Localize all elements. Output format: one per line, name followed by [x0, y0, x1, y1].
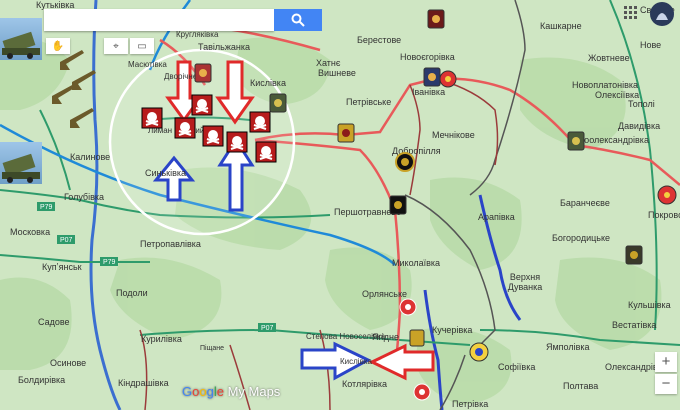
road-shield-p79-a: P79 [40, 204, 53, 211]
marker-icon: ⌖ [113, 40, 119, 52]
line-tool-button[interactable]: ▭ [130, 38, 154, 54]
place-label: Кругляківка [176, 30, 219, 39]
place-label: Мечнікове [432, 130, 475, 140]
place-label: Курилівка [141, 334, 182, 344]
place-label: Кислівка [250, 78, 286, 88]
place-label: Богородицьке [552, 233, 610, 243]
search-box[interactable] [44, 9, 274, 31]
place-label: Миколаївка [392, 258, 441, 268]
search-button[interactable] [274, 9, 322, 31]
place-label: Садове [38, 317, 70, 327]
place-label: Калинове [70, 152, 111, 162]
place-label: Кіндрашівка [118, 378, 169, 388]
place-label: Купʼянськ [42, 262, 82, 272]
rocket-launcher-icon [2, 153, 40, 183]
place-label: Московка [10, 227, 51, 237]
place-label: Новоєгорівка [400, 52, 455, 62]
place-label: Першотравневе [334, 207, 402, 217]
place-label: Лиман Перший [148, 126, 205, 135]
road-shield-p79-b: P79 [103, 259, 116, 266]
place-label: Кислівка [340, 357, 372, 366]
place-label: Тавільжанка [198, 42, 250, 52]
place-label: Котлярівка [342, 379, 388, 389]
avatar-icon [656, 13, 668, 20]
place-label: Арапівка [478, 212, 515, 222]
account-avatar[interactable] [650, 2, 674, 26]
place-label: Іванівка [412, 87, 446, 97]
place-label: Добропілля [392, 146, 441, 156]
himars-thumbnail [0, 18, 42, 60]
place-label: Синьківка [145, 168, 187, 178]
place-label: Осинове [50, 358, 87, 368]
himars-thumbnail [0, 142, 42, 184]
place-label: Кашкарне [540, 21, 582, 31]
apps-grid-button[interactable] [624, 6, 640, 22]
road-shield-p07-a: P07 [60, 237, 73, 244]
place-label: Софіївка [498, 362, 536, 372]
rocket-launcher-icon [2, 31, 40, 59]
marker-tool-button[interactable]: ⌖ [104, 38, 128, 54]
place-label: Новоолександрівка [568, 135, 649, 145]
place-label: Петрівка [452, 399, 489, 409]
hand-icon: ✋ [51, 40, 65, 52]
road-shield-p07-b: P07 [261, 325, 274, 332]
place-label: Кульшівка [628, 300, 671, 310]
place-label: Дворічне [164, 72, 198, 81]
place-label: Петропавлівка [140, 239, 201, 249]
place-label: Хатнє [316, 58, 341, 68]
place-label: Тополі [628, 99, 655, 109]
place-label: Вишневе [318, 68, 356, 78]
apps-grid-icon [624, 6, 637, 19]
zoom-in-button[interactable]: + [655, 352, 677, 372]
search-icon [291, 13, 305, 27]
place-label: Масютівка [128, 60, 167, 69]
place-label: Нове [640, 40, 662, 50]
place-label: Верхня Дуванка [507, 272, 543, 292]
place-label: Болдирівка [18, 375, 66, 385]
search-input[interactable] [48, 9, 272, 31]
place-label: Голубівка [64, 192, 105, 202]
place-label: Жовтневе [588, 53, 630, 63]
place-label: Подоли [116, 288, 148, 298]
place-label: Баранчеєве [560, 198, 610, 208]
place-label: Піщане [200, 345, 224, 352]
place-label: Покровське [648, 210, 680, 220]
place-label: Орлянське [362, 289, 408, 299]
place-label: Новоплатонівка [572, 80, 639, 90]
place-label: Петрівське [346, 97, 392, 107]
ruler-icon: ▭ [137, 40, 147, 52]
place-label: Берестове [357, 35, 402, 45]
place-label: Полтава [563, 381, 599, 391]
zoom-out-button[interactable]: − [655, 374, 677, 394]
place-label: Кучерівка [432, 325, 473, 335]
place-label: Ягідне [372, 332, 400, 342]
place-label: Ямполівка [546, 342, 590, 352]
pan-tool-button[interactable]: ✋ [46, 38, 70, 54]
place-label: Вестатівка [612, 320, 657, 330]
place-label: Давидівка [618, 121, 661, 131]
google-my-maps-logo: Google My Maps [182, 384, 281, 399]
